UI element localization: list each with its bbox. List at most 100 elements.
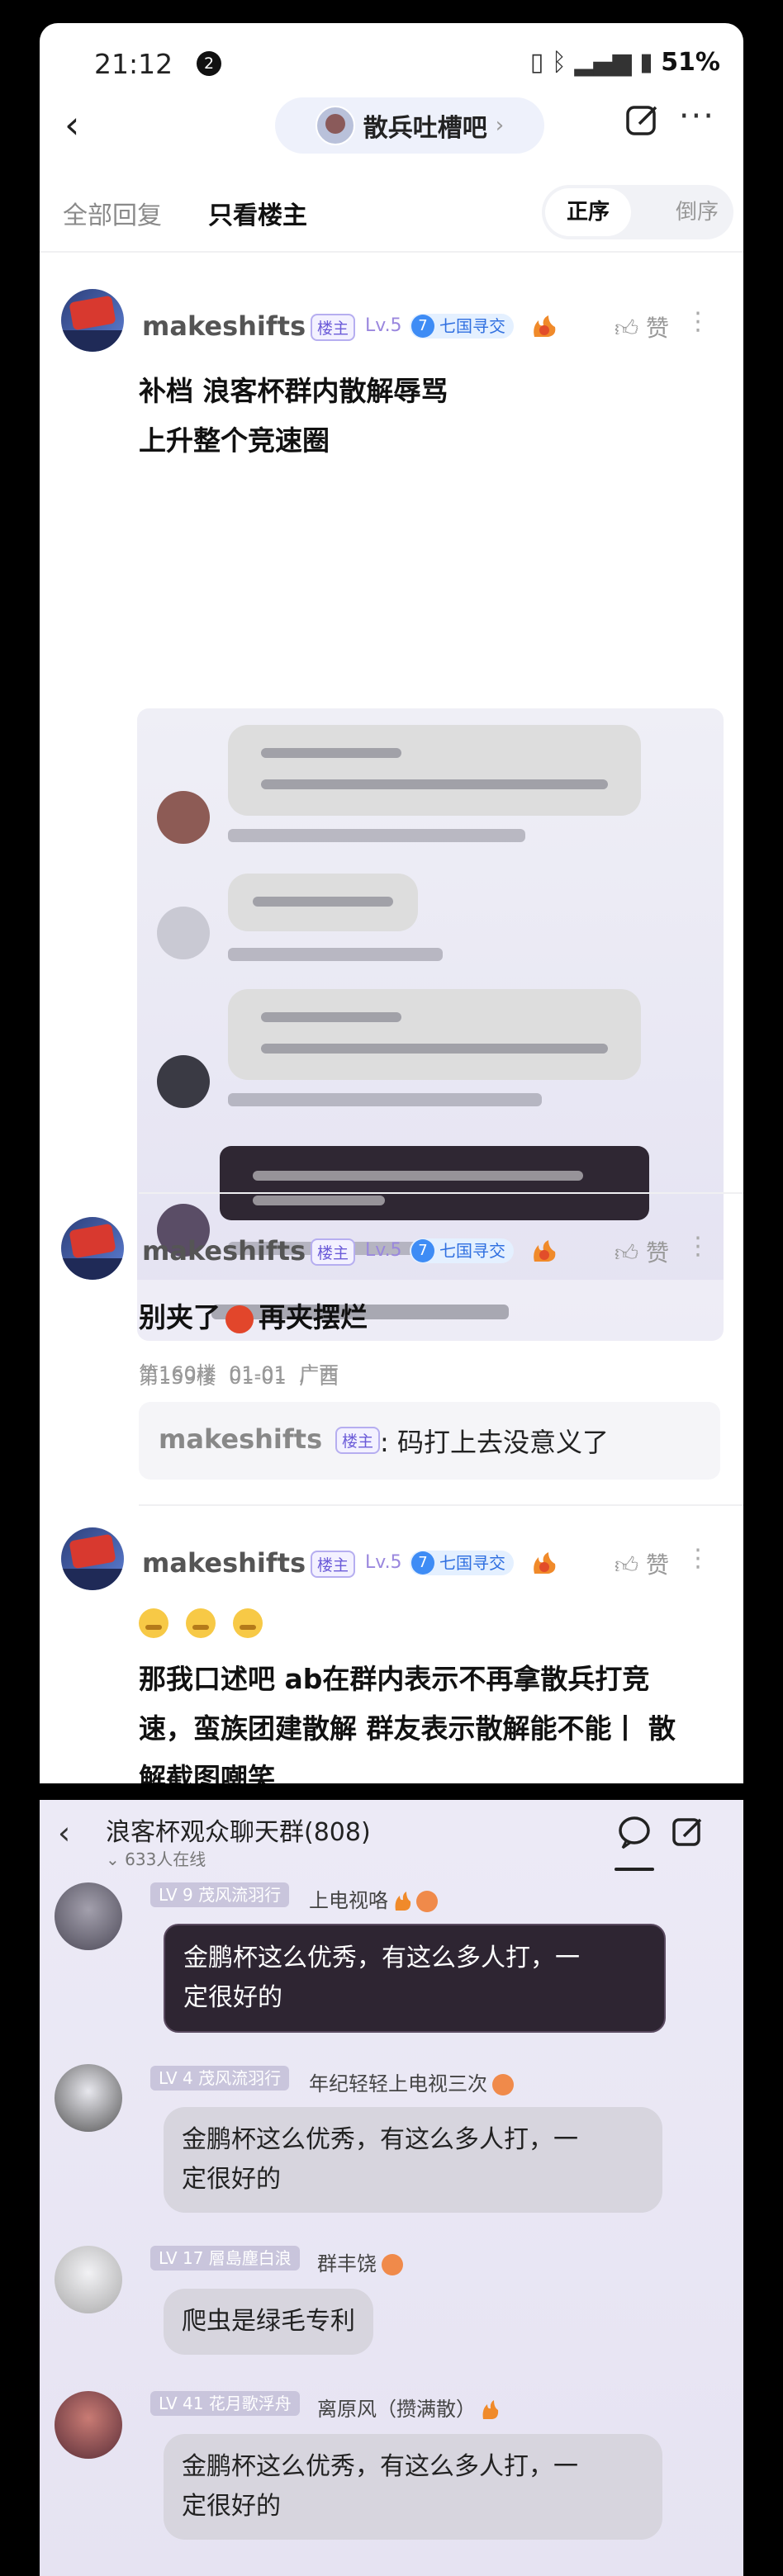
- chat-message-bubble: 金鹏杯这么优秀，有这么多人打，一 定很好的: [164, 2434, 662, 2540]
- username[interactable]: makeshifts: [142, 1235, 306, 1267]
- flame-icon: [395, 1892, 411, 1911]
- order-toggle[interactable]: 正序 倒序: [542, 185, 733, 239]
- user-avatar[interactable]: [61, 1527, 124, 1590]
- medal-badge: 七国寻交: [410, 1238, 514, 1263]
- chevron-left-icon[interactable]: ‹: [64, 102, 79, 147]
- chat-avatar: [55, 2391, 122, 2459]
- vibrate-icon: ▯: [529, 48, 544, 77]
- chat-bubble-thumb: [228, 989, 641, 1080]
- quote-username[interactable]: makeshifts: [159, 1423, 322, 1455]
- member-nickname: 年纪轻轻上电视三次: [309, 2067, 514, 2096]
- like-button[interactable]: 👍︎ 赞: [615, 1547, 669, 1580]
- member-level-tag: LV 41 花月歌浮舟: [150, 2391, 300, 2416]
- quote-text: : 码打上去没意义了: [380, 1427, 609, 1458]
- post-text: 补档 浪客杯群内散解辱骂 上升整个竞速圈: [139, 367, 448, 466]
- post-line: 速，蛮族团建散解 群友表示散解能不能丨 散: [139, 1712, 676, 1745]
- post-line: 那我口述吧 ab在群内表示不再拿散兵打竞: [139, 1663, 650, 1695]
- vertical-more-icon[interactable]: ⋮: [686, 307, 710, 336]
- post-meta: 第160楼 01-01 广西: [139, 1357, 339, 1386]
- group-chat-screenshot[interactable]: ‹ 浪客杯观众聊天群(808) ⌄ 633人在线 LV 9 茂风流羽行 上电视咯…: [40, 1800, 743, 2576]
- chat-avatar: [55, 1882, 122, 1950]
- member-level-tag: LV 4 茂风流羽行: [150, 2066, 290, 2091]
- order-desc-option[interactable]: 倒序: [676, 185, 719, 239]
- flame-badge-icon: [534, 1552, 556, 1574]
- blurred-text: [261, 748, 401, 758]
- op-badge: 楼主: [311, 314, 356, 341]
- chat-message-bubble: 爬虫是绿毛专利: [164, 2289, 373, 2355]
- forum-name: 散兵吐槽吧: [363, 114, 487, 143]
- message-line: 定很好的: [182, 2165, 281, 2194]
- angry-face-emoji-icon: [225, 1305, 254, 1333]
- post-text: 那我口述吧 ab在群内表示不再拿散兵打竞 速，蛮族团建散解 群友表示散解能不能丨…: [139, 1655, 676, 1783]
- bluetooth-icon: ᛒ: [551, 48, 567, 77]
- like-button[interactable]: 👍︎ 赞: [615, 1235, 669, 1268]
- divider: [40, 251, 743, 253]
- member-nickname: 群丰饶: [317, 2247, 403, 2276]
- nav-bar: ‹ 散兵吐槽吧 › ···: [40, 92, 743, 159]
- message-line: 金鹏杯这么优秀，有这么多人打，一: [182, 2452, 578, 2481]
- group-title: 浪客杯观众聊天群(808): [106, 1818, 371, 1847]
- battery-percent: 51%: [661, 48, 720, 77]
- emoji-row: [139, 1608, 263, 1638]
- thinking-face-emoji-icon: [233, 1608, 263, 1638]
- flame-icon: [482, 2400, 499, 2419]
- blurred-text: [253, 1171, 583, 1181]
- blurred-text: [261, 779, 608, 789]
- member-badge-icon: [382, 2254, 403, 2275]
- post-line: 补档 浪客杯群内散解辱骂: [139, 375, 448, 407]
- chevron-right-icon: ›: [495, 113, 505, 138]
- blurred-text: [228, 948, 443, 961]
- level-badge: Lv.5: [365, 1240, 402, 1261]
- nickname-text: 群丰饶: [317, 2252, 377, 2275]
- blurred-text: [228, 829, 525, 842]
- message-line: 金鹏杯这么优秀，有这么多人打，一: [182, 2125, 578, 2154]
- level-badge: Lv.5: [365, 1552, 402, 1573]
- forum-avatar: [315, 106, 355, 145]
- like-label: 赞: [645, 1239, 669, 1267]
- status-time: 21:12: [94, 48, 173, 80]
- op-badge: 楼主: [311, 1238, 356, 1266]
- floor-number: 第160楼: [139, 1362, 216, 1385]
- notification-count: 2: [197, 51, 221, 76]
- post-item: makeshifts 楼主 Lv.5 七国寻交 👍︎ 赞 ⋮ 那我口述吧 ab在…: [40, 1509, 743, 1783]
- more-icon[interactable]: ···: [679, 97, 715, 135]
- chat-avatar: [55, 2064, 122, 2132]
- chat-avatar-thumb: [157, 907, 210, 959]
- vertical-more-icon[interactable]: ⋮: [686, 1544, 710, 1573]
- post-item: makeshifts 楼主 Lv.5 七国寻交 👍︎ 赞 ⋮ 别夹了 再夹摆烂 第…: [40, 1196, 743, 1509]
- tab-all-replies[interactable]: 全部回复: [63, 195, 162, 231]
- nickname-text: 上电视咯: [309, 1889, 388, 1912]
- chat-bubble-icon: [619, 1816, 650, 1849]
- chat-avatar: [55, 2246, 122, 2313]
- chat-bubble-thumb: [228, 725, 641, 816]
- chevron-left-icon: ‹: [58, 1815, 71, 1851]
- member-level-tag: LV 17 層島塵白浪: [150, 2246, 300, 2271]
- forum-entry-button[interactable]: 散兵吐槽吧 ›: [275, 97, 544, 154]
- vertical-more-icon[interactable]: ⋮: [686, 1232, 710, 1261]
- nickname-text: 离原风（攒满散）: [317, 2398, 476, 2421]
- like-button[interactable]: 👍︎ 赞: [615, 310, 669, 343]
- tab-only-op[interactable]: 只看楼主: [208, 195, 307, 231]
- share-edit-icon[interactable]: [624, 102, 661, 139]
- user-avatar[interactable]: [61, 1217, 124, 1280]
- blurred-text: [228, 1093, 542, 1106]
- flame-badge-icon: [534, 1240, 556, 1262]
- post-text-part: 别夹了: [139, 1301, 221, 1333]
- thinking-face-emoji-icon: [186, 1608, 216, 1638]
- nickname-text: 年纪轻轻上电视三次: [309, 2072, 487, 2095]
- like-label: 赞: [645, 315, 669, 342]
- order-asc-option[interactable]: 正序: [545, 188, 631, 236]
- online-text: 633人在线: [125, 1849, 206, 1869]
- like-label: 赞: [645, 1551, 669, 1579]
- chat-avatar-thumb: [157, 1055, 210, 1108]
- edit-icon: [672, 1818, 702, 1846]
- chat-message-bubble: 金鹏杯这么优秀，有这么多人打，一 定很好的: [164, 1924, 666, 2033]
- divider: [139, 1504, 743, 1506]
- username[interactable]: makeshifts: [142, 310, 306, 342]
- blurred-text: [261, 1044, 608, 1054]
- signal-icon: ▂▄▆: [574, 48, 632, 77]
- user-avatar[interactable]: [61, 289, 124, 352]
- reply-quote[interactable]: makeshifts 楼主 : 码打上去没意义了: [139, 1402, 720, 1480]
- message-line: 定很好的: [183, 1983, 282, 2012]
- username[interactable]: makeshifts: [142, 1547, 306, 1579]
